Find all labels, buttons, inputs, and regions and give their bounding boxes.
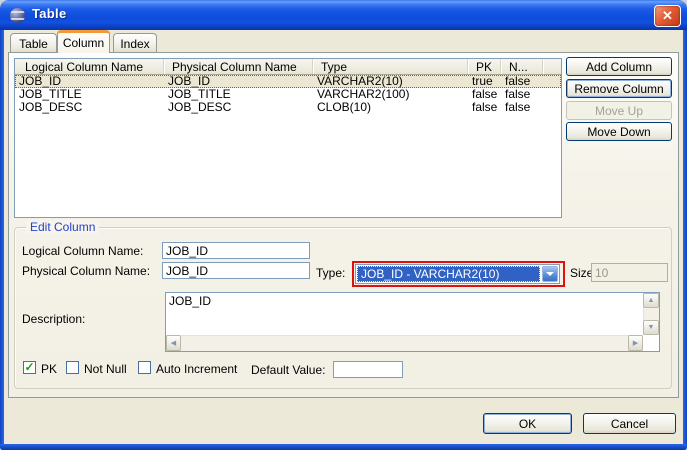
scroll-left-button[interactable]: ◀ (166, 335, 181, 351)
not-null-checkbox[interactable] (66, 361, 79, 374)
col-header-physical[interactable]: Physical Column Name (164, 59, 313, 74)
scroll-down-icon: ▼ (648, 324, 655, 331)
cell-physical: JOB_DESC (164, 101, 313, 114)
cell-logical: JOB_DESC (15, 101, 164, 114)
window-border-right (683, 30, 687, 450)
cell-physical: JOB_ID (164, 75, 313, 88)
physical-column-name-input[interactable] (162, 262, 310, 279)
cell-notnull: false (501, 75, 543, 88)
app-icon (10, 8, 25, 23)
cell-type: CLOB(10) (313, 101, 468, 114)
cancel-label: Cancel (611, 417, 648, 431)
type-dropdown-button[interactable] (542, 266, 558, 282)
tab-index[interactable]: Index (113, 33, 157, 53)
type-dropdown[interactable]: JOB_ID - VARCHAR2(10) (355, 264, 560, 284)
remove-column-label: Remove Column (574, 82, 663, 96)
move-up-label: Move Up (595, 104, 643, 118)
move-up-button: Move Up (566, 101, 672, 120)
col-header-type[interactable]: Type (313, 59, 468, 74)
add-column-label: Add Column (586, 60, 652, 74)
edit-column-group-label: Edit Column (26, 220, 99, 234)
check-icon: ✓ (24, 362, 34, 372)
description-value: JOB_ID (169, 294, 211, 308)
logical-column-name-input[interactable] (162, 242, 310, 259)
description-textarea[interactable]: JOB_ID ▲ ▼ ◀ ▶ (165, 292, 660, 352)
type-dropdown-value: JOB_ID - VARCHAR2(10) (357, 266, 540, 282)
move-down-label: Move Down (587, 125, 650, 139)
logical-column-name-label: Logical Column Name: (22, 244, 143, 258)
table-row[interactable]: JOB_ID JOB_ID VARCHAR2(10) true false (15, 75, 561, 88)
scroll-left-icon: ◀ (171, 339, 176, 347)
table-row[interactable]: JOB_TITLE JOB_TITLE VARCHAR2(100) false … (15, 88, 561, 101)
vertical-scrollbar[interactable]: ▲ ▼ (643, 293, 659, 335)
cell-logical: JOB_ID (15, 75, 164, 88)
cell-notnull: false (501, 101, 543, 114)
close-icon: ✕ (662, 8, 673, 24)
pk-checkbox-label: PK (41, 362, 57, 376)
tab-table[interactable]: Table (10, 33, 57, 53)
horizontal-scrollbar[interactable]: ◀ ▶ (166, 335, 643, 351)
add-column-button[interactable]: Add Column (566, 57, 672, 76)
physical-column-name-label: Physical Column Name: (22, 264, 150, 278)
pk-checkbox[interactable]: ✓ (23, 361, 36, 374)
titlebar[interactable]: Table ✕ (0, 0, 687, 30)
ok-label: OK (519, 417, 536, 431)
close-button[interactable]: ✕ (654, 5, 681, 27)
cell-physical: JOB_TITLE (164, 88, 313, 101)
default-value-label: Default Value: (251, 363, 326, 377)
auto-increment-checkbox-label: Auto Increment (156, 362, 237, 376)
cell-type: VARCHAR2(100) (313, 88, 468, 101)
table-row[interactable]: JOB_DESC JOB_DESC CLOB(10) false false (15, 101, 561, 114)
scroll-right-button[interactable]: ▶ (628, 335, 643, 351)
remove-column-button[interactable]: Remove Column (566, 79, 672, 98)
tab-table-label: Table (19, 37, 48, 51)
auto-increment-checkbox[interactable] (138, 361, 151, 374)
scroll-right-icon: ▶ (633, 339, 638, 347)
cancel-button[interactable]: Cancel (583, 413, 676, 434)
columns-table: Logical Column Name Physical Column Name… (14, 58, 562, 218)
window-border-left (0, 30, 4, 450)
cell-notnull: false (501, 88, 543, 101)
size-input (591, 263, 668, 282)
cell-logical: JOB_TITLE (15, 88, 164, 101)
type-label: Type: (316, 266, 345, 280)
scroll-up-button[interactable]: ▲ (643, 293, 659, 308)
cell-pk: true (468, 75, 501, 88)
window-title: Table (32, 6, 67, 21)
col-header-pk[interactable]: PK (468, 59, 501, 74)
col-header-logical[interactable]: Logical Column Name (15, 59, 164, 74)
window-border-bottom (0, 444, 687, 450)
tab-column-label: Column (63, 36, 104, 50)
tab-column[interactable]: Column (57, 30, 110, 53)
scroll-down-button[interactable]: ▼ (643, 320, 659, 335)
not-null-checkbox-label: Not Null (84, 362, 127, 376)
cell-type: VARCHAR2(10) (313, 75, 468, 88)
col-header-filler (543, 59, 561, 74)
chevron-down-icon (546, 272, 554, 276)
columns-table-header: Logical Column Name Physical Column Name… (15, 59, 561, 75)
move-down-button[interactable]: Move Down (566, 122, 672, 141)
description-label: Description: (22, 312, 85, 326)
tab-index-label: Index (120, 37, 149, 51)
col-header-notnull[interactable]: N... (501, 59, 543, 74)
ok-button[interactable]: OK (483, 413, 572, 434)
scroll-up-icon: ▲ (648, 297, 655, 304)
cell-pk: false (468, 88, 501, 101)
table-dialog: Table ✕ Table Column Index Logical Colum… (0, 0, 687, 450)
default-value-input[interactable] (333, 361, 403, 378)
cell-pk: false (468, 101, 501, 114)
